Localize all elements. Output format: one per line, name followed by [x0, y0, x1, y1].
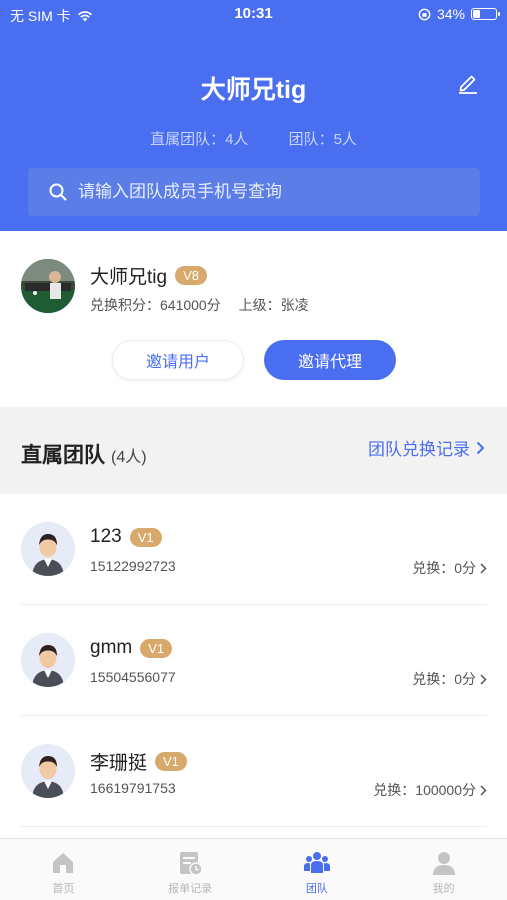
profile-superior: 上级：张凌 — [238, 297, 309, 313]
page-title: 大师兄tig — [200, 76, 307, 104]
profile-name-row: 大师兄tig V8 — [90, 262, 207, 289]
list-item[interactable]: 李珊挺 V1 16619791753 兑换：100000分 — [21, 716, 487, 827]
member-points: 兑换：0分 — [412, 669, 487, 689]
tab-home[interactable]: 首页 — [0, 839, 127, 900]
member-name-row: gmm V1 — [90, 637, 173, 659]
avatar — [21, 633, 75, 687]
battery-percent: 34% — [436, 6, 465, 22]
tab-orders[interactable]: 报单记录 — [127, 839, 254, 900]
member-points: 兑换：0分 — [412, 558, 487, 578]
profile-name: 大师兄tig — [90, 267, 168, 288]
orders-icon — [180, 852, 203, 876]
member-points-value: 兑换：100000分 — [373, 782, 476, 798]
profile-points: 兑换积分：641000分 — [90, 297, 221, 313]
profile-meta: 兑换积分：641000分 上级：张凌 — [90, 295, 309, 315]
tab-orders-label: 报单记录 — [168, 883, 213, 895]
profile-card: 大师兄tig V8 兑换积分：641000分 上级：张凌 邀请用户 邀请代理 — [0, 231, 507, 407]
level-badge: V1 — [140, 638, 173, 658]
chevron-right-icon — [480, 562, 487, 574]
tab-team-label: 团队 — [305, 883, 328, 895]
search-icon — [49, 183, 67, 201]
user-icon — [432, 852, 455, 875]
invite-agent-button[interactable]: 邀请代理 — [264, 340, 396, 380]
member-points: 兑换：100000分 — [373, 780, 487, 800]
team-exchange-records-link[interactable]: 团队兑换记录 — [368, 435, 485, 460]
member-name-row: 李珊挺 V1 — [90, 748, 187, 775]
tab-bar: 首页 报单记录 团队 我的 — [0, 838, 507, 900]
tab-team[interactable]: 团队 — [254, 839, 381, 900]
level-badge: V1 — [129, 527, 162, 547]
team-exchange-records-label: 团队兑换记录 — [368, 440, 470, 459]
member-name: 123 — [90, 526, 122, 547]
direct-team-count: 直属团队：4人 — [150, 131, 249, 148]
team-count: 团队：5人 — [288, 131, 357, 148]
avatar — [21, 522, 75, 576]
tab-mine-label: 我的 — [432, 883, 455, 895]
member-name: gmm — [90, 637, 133, 658]
section-title-text: 直属团队 — [21, 444, 105, 467]
battery-level-fill — [473, 10, 480, 18]
search-input[interactable] — [78, 182, 458, 202]
orientation-lock-icon — [418, 8, 431, 20]
member-phone: 16619791753 — [90, 780, 176, 796]
status-bar: 无 SIM 卡 10:31 34% — [0, 0, 507, 30]
member-name: 李珊挺 — [90, 753, 148, 774]
tab-home-label: 首页 — [52, 883, 75, 895]
level-badge: V8 — [175, 266, 207, 285]
edit-icon[interactable] — [455, 70, 481, 96]
team-icon — [303, 852, 330, 873]
tab-mine[interactable]: 我的 — [380, 839, 507, 900]
member-points-value: 兑换：0分 — [412, 560, 476, 576]
chevron-right-icon — [476, 441, 485, 454]
avatar — [21, 259, 75, 313]
member-points-value: 兑换：0分 — [412, 671, 476, 687]
section-title: 直属团队 (4人) — [21, 439, 147, 469]
level-badge: V1 — [155, 752, 187, 771]
direct-team-header: 直属团队 (4人) 团队兑换记录 — [0, 407, 507, 494]
page-header: 无 SIM 卡 10:31 34% 大师兄tig 直属团队：4人 团队：5人 — [0, 0, 507, 231]
section-count: (4人) — [111, 449, 147, 466]
member-name-row: 123 V1 — [90, 526, 162, 548]
chevron-right-icon — [480, 784, 487, 796]
list-item[interactable]: gmm V1 15504556077 兑换：0分 — [21, 605, 487, 716]
home-icon — [53, 853, 74, 873]
search-bar[interactable] — [28, 168, 480, 216]
avatar — [21, 744, 75, 798]
list-item[interactable]: 123 V1 15122992723 兑换：0分 — [21, 494, 487, 605]
member-phone: 15122992723 — [90, 558, 176, 574]
battery-icon — [471, 8, 500, 20]
chevron-right-icon — [480, 673, 487, 685]
invite-user-button[interactable]: 邀请用户 — [112, 340, 244, 380]
member-phone: 15504556077 — [90, 669, 176, 685]
team-stats: 直属团队：4人 团队：5人 — [0, 128, 507, 149]
member-list: 123 V1 15122992723 兑换：0分 gmm V1 15504556… — [0, 494, 507, 827]
